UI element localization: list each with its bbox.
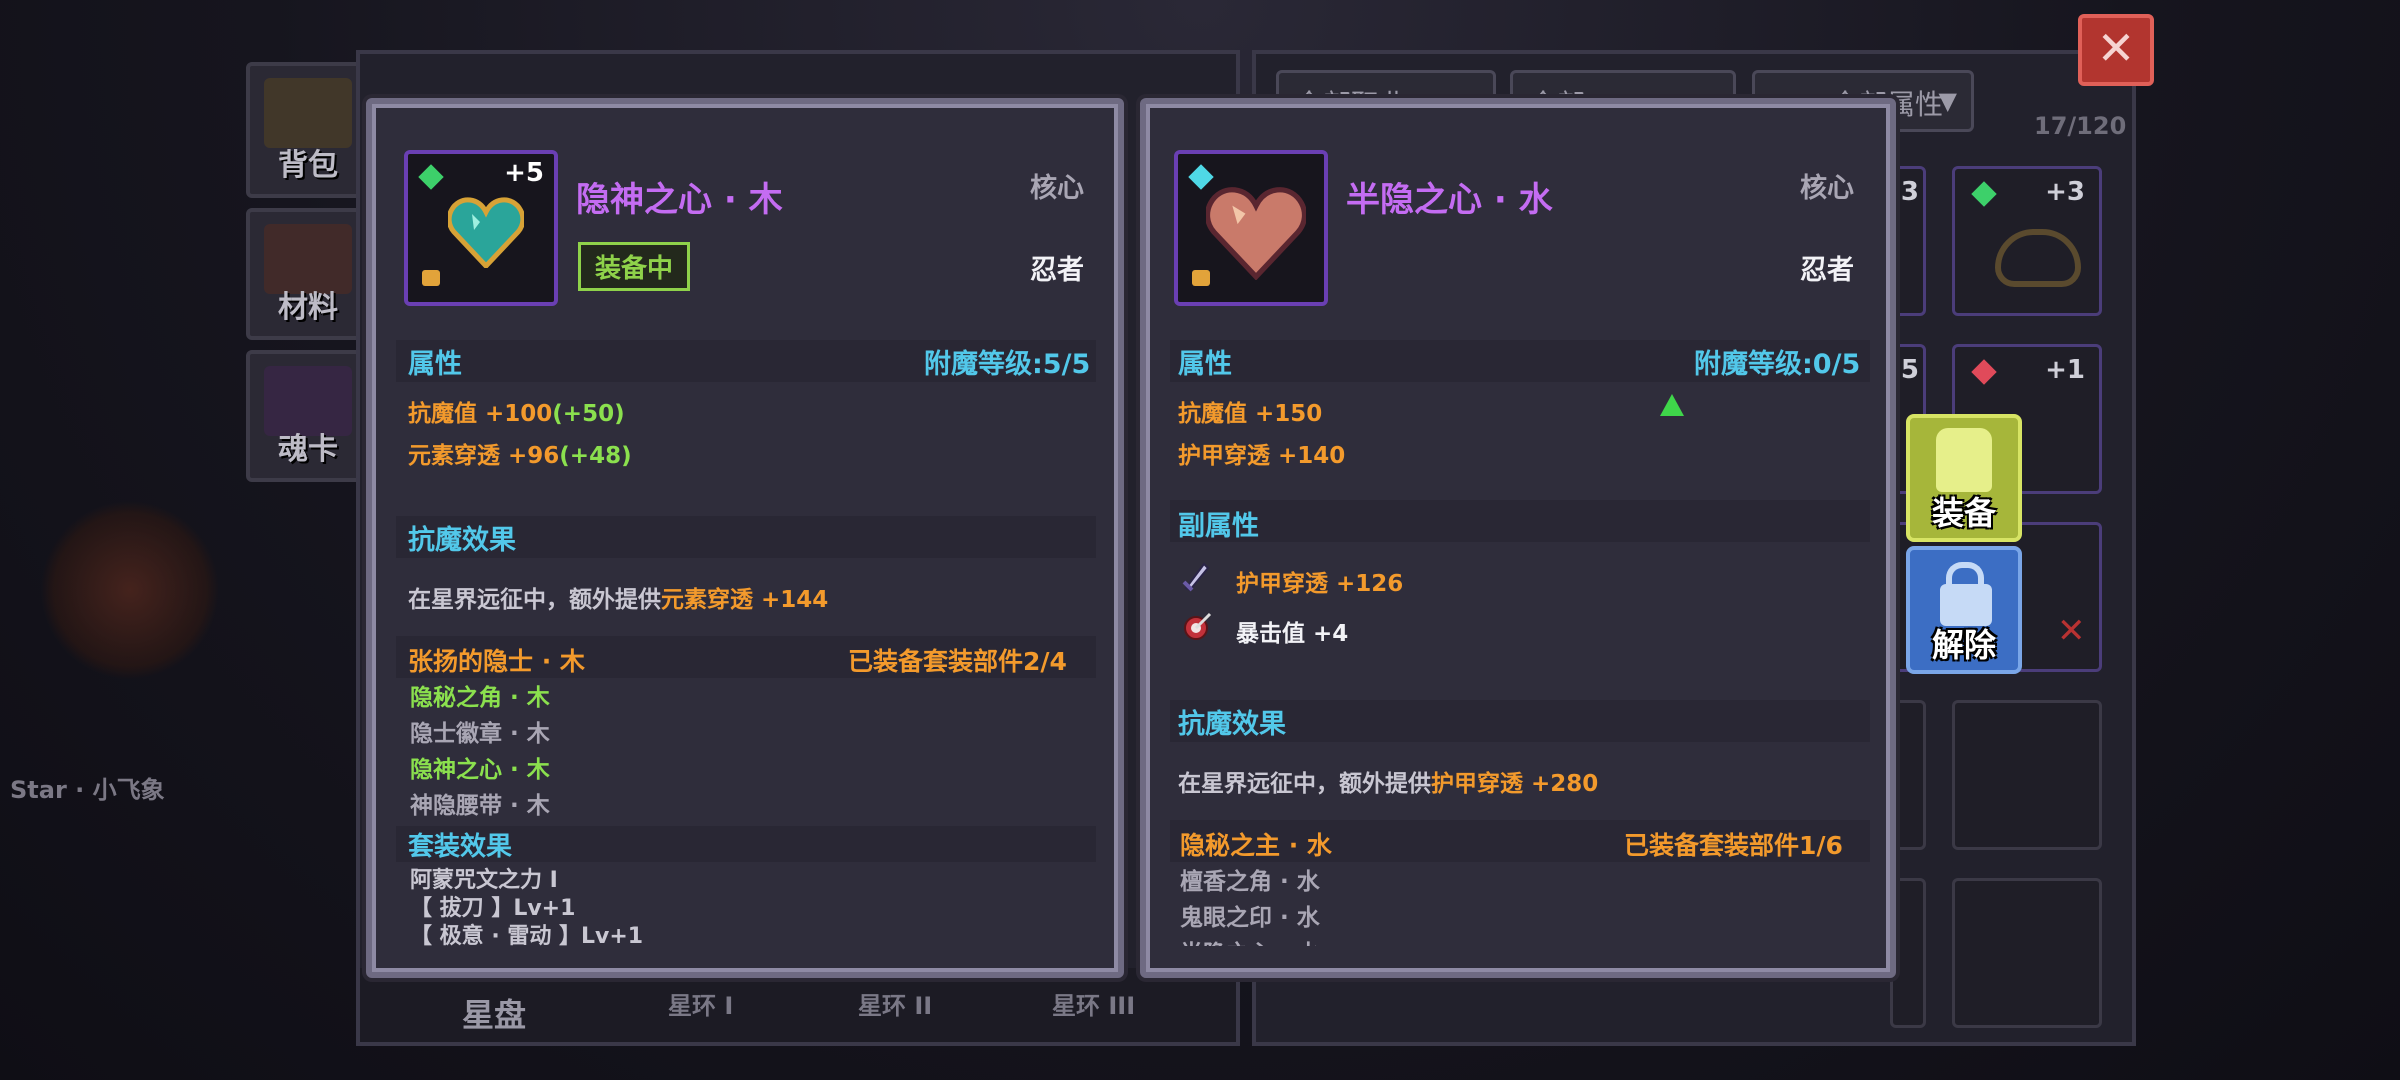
close-icon: ✕ bbox=[2096, 21, 2136, 75]
effect-line: 在星界远征中，额外提供元素穿透 +144 bbox=[408, 587, 829, 613]
gem-icon bbox=[418, 164, 444, 190]
item-icon-box bbox=[1174, 150, 1328, 306]
ring-tab-1[interactable]: 星环 I bbox=[668, 986, 733, 1021]
set-piece: 隐秘之角 · 木 bbox=[410, 685, 550, 711]
set-progress: 已装备套装部件1/6 bbox=[1624, 831, 1843, 860]
inventory-slot[interactable]: +3 bbox=[1952, 166, 2102, 316]
set-piece: 神隐腰带 · 木 bbox=[410, 793, 550, 819]
set-name: 隐秘之主 · 水 bbox=[1180, 831, 1332, 860]
star-disk-title[interactable]: 星盘 bbox=[462, 990, 526, 1036]
equip-button[interactable]: 装备 bbox=[1906, 414, 2022, 542]
effect-title: 抗魔效果 bbox=[1178, 709, 1286, 740]
heart-icon bbox=[448, 197, 524, 268]
tab-backpack[interactable]: 背包 bbox=[246, 62, 370, 198]
chest-icon bbox=[264, 78, 352, 148]
dagger-icon bbox=[1182, 560, 1212, 592]
set-piece: 隐神之心 · 木 bbox=[410, 757, 550, 783]
unlock-shackle bbox=[1946, 562, 1984, 594]
sub-stat-line: 护甲穿透 +126 bbox=[1236, 571, 1404, 597]
set-piece: 隐士徽章 · 木 bbox=[410, 721, 550, 747]
attr-title: 属性 bbox=[408, 349, 462, 380]
equipped-badge: 装备中 bbox=[578, 242, 691, 291]
sub-attr-band bbox=[1170, 500, 1870, 542]
gem-icon bbox=[1971, 359, 1997, 385]
stat-line: 元素穿透 +96(+48) bbox=[408, 443, 632, 469]
item-icon-box: +5 bbox=[404, 150, 558, 306]
ring-tab-2[interactable]: 星环 II bbox=[858, 986, 932, 1021]
stat-up-arrow-icon bbox=[1660, 394, 1684, 416]
remove-icon: ✕ bbox=[2057, 611, 2086, 651]
set-progress: 已装备套装部件2/4 bbox=[848, 647, 1067, 676]
crit-target-icon bbox=[1182, 610, 1214, 642]
effect-line: 在星界远征中，额外提供护甲穿透 +280 bbox=[1178, 771, 1599, 797]
enchant-level: 附魔等级:0/5 bbox=[1694, 349, 1861, 380]
item-name: 半隐之心 · 水 bbox=[1346, 180, 1553, 220]
inventory-slot[interactable] bbox=[1952, 700, 2102, 850]
chevron-down-icon: ▼ bbox=[1938, 87, 1957, 115]
stat-line: 抗魔值 +150 bbox=[1178, 401, 1323, 427]
lock-icon bbox=[422, 270, 440, 286]
stat-line: 抗魔值 +100(+50) bbox=[408, 401, 625, 427]
inventory-slot[interactable] bbox=[1952, 878, 2102, 1028]
enchant-level: 附魔等级:5/5 bbox=[924, 349, 1091, 380]
class-label: 忍者 bbox=[1030, 255, 1084, 286]
set-piece: 半隐之心 · 水 bbox=[1180, 934, 1320, 946]
slot-type: 核心 bbox=[1800, 173, 1854, 204]
attr-title: 属性 bbox=[1178, 349, 1232, 380]
tab-materials[interactable]: 材料 bbox=[246, 208, 370, 340]
gem-icon bbox=[1971, 181, 1997, 207]
heart-icon bbox=[1206, 187, 1306, 280]
sub-attr-title: 副属性 bbox=[1178, 511, 1259, 542]
character-portrait bbox=[40, 500, 220, 680]
inventory-count: 17/120 bbox=[2034, 112, 2127, 140]
tab-soul-cards[interactable]: 魂卡 bbox=[246, 350, 370, 482]
set-effect-title: 套装效果 bbox=[408, 832, 513, 862]
close-button[interactable]: ✕ bbox=[2078, 14, 2154, 86]
ring-tab-3[interactable]: 星环 III bbox=[1052, 986, 1135, 1021]
class-label: 忍者 bbox=[1800, 255, 1854, 286]
set-piece-clip: 半隐之心 · 水 bbox=[1180, 934, 1320, 946]
unequip-button[interactable]: 解除 bbox=[1906, 546, 2022, 674]
armor-icon bbox=[1936, 428, 1992, 492]
set-name: 张扬的隐士 · 木 bbox=[408, 647, 585, 676]
set-piece: 檀香之角 · 水 bbox=[1180, 869, 1320, 895]
effect-title: 抗魔效果 bbox=[408, 525, 516, 556]
set-effect-line: 【 极意 · 雷动 】Lv+1 bbox=[410, 924, 644, 949]
slot-type: 核心 bbox=[1030, 173, 1084, 204]
stat-line: 护甲穿透 +140 bbox=[1178, 443, 1346, 469]
set-piece: 鬼眼之印 · 水 bbox=[1180, 905, 1320, 931]
necklace-icon bbox=[1995, 229, 2081, 287]
item-name: 隐神之心 · 木 bbox=[576, 180, 783, 220]
item-level: +5 bbox=[504, 158, 544, 188]
lock-icon bbox=[1192, 270, 1210, 286]
character-name: Star · 小飞象 bbox=[10, 776, 165, 804]
sub-stat-line: 暴击值 +4 bbox=[1236, 621, 1349, 647]
